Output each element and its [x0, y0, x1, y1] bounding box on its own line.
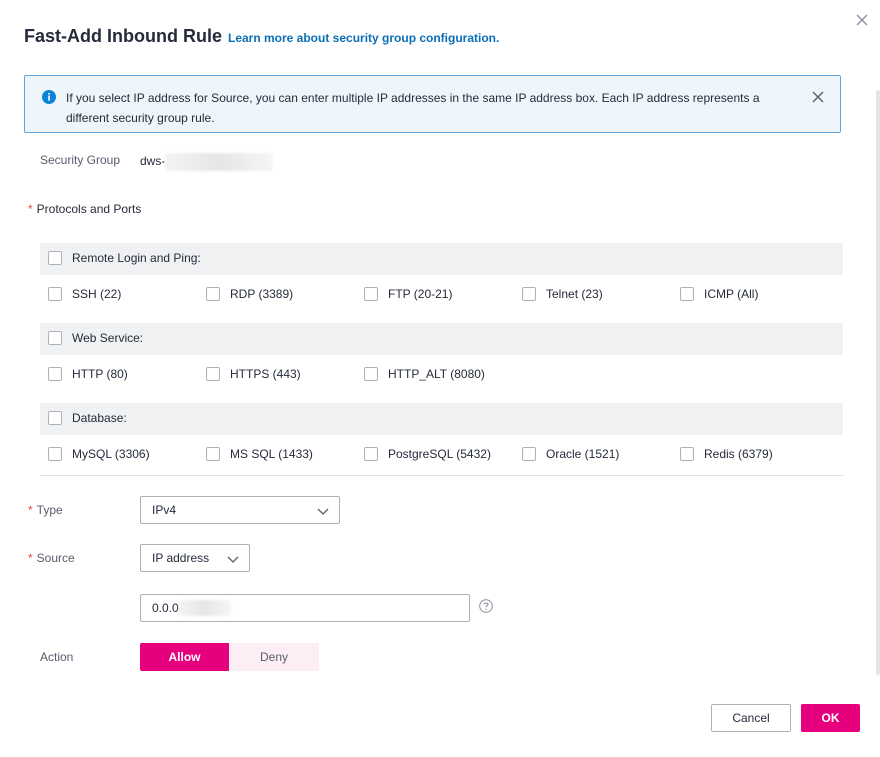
source-label: Source — [36, 551, 75, 565]
checkbox-label: SSH (22) — [72, 287, 122, 301]
protocols-label-row: * Protocols and Ports — [28, 202, 141, 216]
checkbox-label: MySQL (3306) — [72, 447, 150, 461]
checkbox-label: HTTPS (443) — [230, 367, 301, 381]
checkbox-mysql[interactable]: MySQL (3306) — [48, 447, 150, 461]
group-header-web-service — [40, 323, 843, 355]
close-icon[interactable] — [854, 12, 870, 28]
dialog-title: Fast-Add Inbound Rule — [24, 26, 222, 46]
checkbox-database-group[interactable]: Database: — [48, 411, 127, 425]
group-header-database — [40, 403, 843, 435]
learn-more-link[interactable]: Learn more about security group configur… — [228, 31, 499, 45]
security-group-name: dws- — [140, 154, 166, 169]
ok-button[interactable]: OK — [801, 704, 860, 732]
type-select-value: IPv4 — [152, 503, 177, 517]
checkbox-http[interactable]: HTTP (80) — [48, 367, 128, 381]
checkbox-redis[interactable]: Redis (6379) — [680, 447, 773, 461]
checkbox-icon[interactable] — [364, 447, 378, 461]
checkbox-ssh[interactable]: SSH (22) — [48, 287, 121, 301]
checkbox-ftp[interactable]: FTP (20-21) — [364, 287, 452, 301]
checkbox-icon[interactable] — [48, 251, 62, 265]
checkbox-label: ICMP (All) — [704, 287, 759, 301]
scrollbar[interactable] — [876, 90, 880, 675]
chevron-down-icon — [317, 505, 329, 520]
group-title: Database: — [72, 411, 127, 425]
source-label-row: * Source — [28, 551, 75, 565]
checkbox-label: Oracle (1521) — [546, 447, 620, 461]
checkbox-icon[interactable] — [522, 447, 536, 461]
type-label: Type — [36, 503, 63, 517]
redacted-text — [178, 600, 231, 616]
checkbox-icon[interactable] — [364, 367, 378, 381]
checkbox-icon[interactable] — [206, 447, 220, 461]
checkbox-label: HTTP (80) — [72, 367, 128, 381]
checkbox-label: FTP (20-21) — [388, 287, 453, 301]
dialog-header: Fast-Add Inbound Rule Learn more about s… — [24, 26, 499, 47]
source-select-value: IP address — [152, 551, 210, 565]
checkbox-icon[interactable] — [680, 287, 694, 301]
checkbox-icon[interactable] — [206, 287, 220, 301]
checkbox-icon[interactable] — [206, 367, 220, 381]
cancel-button[interactable]: Cancel — [711, 704, 791, 732]
checkbox-icon[interactable] — [680, 447, 694, 461]
info-alert: If you select IP address for Source, you… — [24, 75, 841, 133]
checkbox-postgresql[interactable]: PostgreSQL (5432) — [364, 447, 491, 461]
required-marker: * — [28, 551, 33, 565]
info-close-icon[interactable] — [812, 90, 824, 108]
type-label-row: * Type — [28, 503, 63, 517]
source-select[interactable]: IP address — [140, 544, 250, 572]
checkbox-icon[interactable] — [48, 411, 62, 425]
required-marker: * — [28, 503, 33, 517]
action-label: Action — [40, 650, 74, 664]
allow-button[interactable]: Allow — [140, 643, 229, 671]
security-group-label: Security Group — [40, 153, 121, 167]
checkbox-icon[interactable] — [48, 331, 62, 345]
checkbox-mssql[interactable]: MS SQL (1433) — [206, 447, 313, 461]
group-title: Web Service: — [72, 331, 144, 345]
checkbox-label: Telnet (23) — [546, 287, 603, 301]
info-text: If you select IP address for Source, you… — [66, 91, 760, 125]
type-select[interactable]: IPv4 — [140, 496, 340, 524]
protocols-label: Protocols and Ports — [36, 202, 142, 216]
checkbox-telnet[interactable]: Telnet (23) — [522, 287, 603, 301]
checkbox-oracle[interactable]: Oracle (1521) — [522, 447, 619, 461]
checkbox-https[interactable]: HTTPS (443) — [206, 367, 301, 381]
ip-address-input[interactable]: 0.0.0 — [140, 594, 470, 622]
checkbox-icon[interactable] — [48, 447, 62, 461]
checkbox-label: HTTP_ALT (8080) — [388, 367, 485, 381]
checkbox-label: PostgreSQL (5432) — [388, 447, 491, 461]
info-icon — [42, 90, 56, 109]
deny-button[interactable]: Deny — [229, 643, 319, 671]
checkbox-remote-login-group[interactable]: Remote Login and Ping: — [48, 251, 201, 265]
fast-add-inbound-rule-dialog: Fast-Add Inbound Rule Learn more about s… — [0, 0, 880, 757]
checkbox-icon[interactable] — [48, 367, 62, 381]
checkbox-icon[interactable] — [48, 287, 62, 301]
checkbox-icmp[interactable]: ICMP (All) — [680, 287, 758, 301]
checkbox-http-alt[interactable]: HTTP_ALT (8080) — [364, 367, 485, 381]
checkbox-label: Redis (6379) — [704, 447, 773, 461]
group-title: Remote Login and Ping: — [72, 251, 201, 265]
ip-address-value: 0.0.0 — [152, 601, 179, 615]
checkbox-icon[interactable] — [522, 287, 536, 301]
required-marker: * — [28, 202, 33, 216]
divider — [40, 475, 843, 476]
help-circle-icon[interactable] — [479, 599, 493, 618]
checkbox-web-service-group[interactable]: Web Service: — [48, 331, 143, 345]
checkbox-icon[interactable] — [364, 287, 378, 301]
checkbox-label: MS SQL (1433) — [230, 447, 313, 461]
redacted-text — [165, 153, 274, 171]
chevron-down-icon — [227, 553, 239, 568]
security-group-value: dws- — [140, 153, 274, 171]
checkbox-rdp[interactable]: RDP (3389) — [206, 287, 293, 301]
checkbox-label: RDP (3389) — [230, 287, 294, 301]
